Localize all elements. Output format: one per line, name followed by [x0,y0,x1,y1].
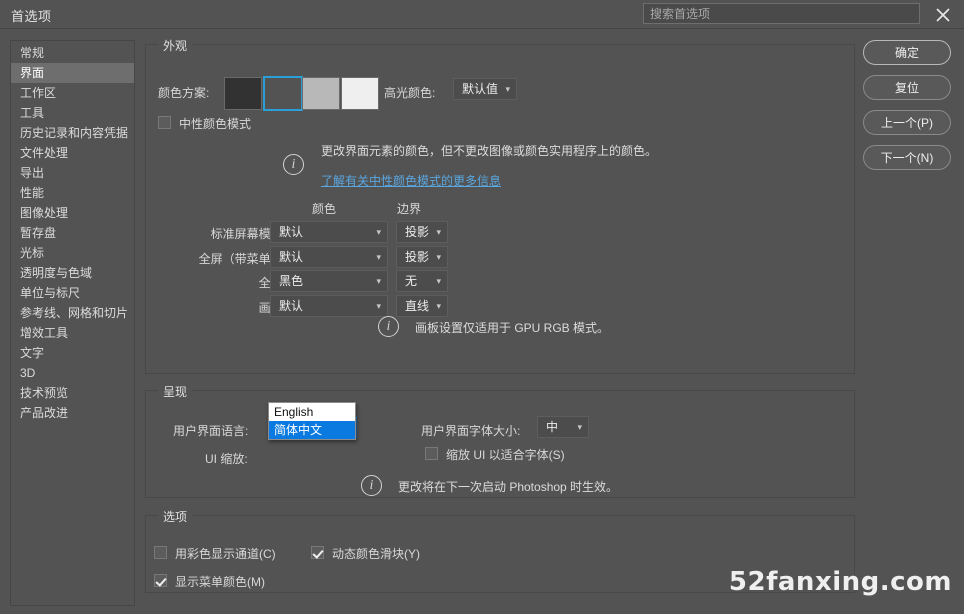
column-header-border: 边界 [397,202,422,216]
page-title: 首选项 [11,9,52,24]
option-color-channels-label: 用彩色显示通道(C) [175,547,276,561]
screen-mode-border-value-0: 投影 [405,225,430,239]
chevron-down-icon: ▾ [376,227,381,237]
chevron-down-icon: ▾ [376,300,381,311]
screen-mode-border-value-3: 直线 [405,298,430,313]
options-group: 选项 用彩色显示通道(C) 动态颜色滑块(Y) 显示菜单颜色(M) [145,508,855,593]
screen-mode-border-value-2: 无 [405,274,418,288]
neutral-color-mode-checkbox[interactable] [158,116,171,129]
dialog-button-2[interactable]: 上一个(P) [863,110,951,135]
appearance-group-title: 外观 [158,37,193,54]
column-header-color: 颜色 [312,202,337,216]
sidebar-item-13[interactable]: 参考线、网格和切片 [11,303,134,323]
sidebar-item-17[interactable]: 技术预览 [11,383,134,403]
sidebar-item-9[interactable]: 暂存盘 [11,223,134,243]
ui-font-size-select[interactable]: 中 ▾ [537,416,589,438]
chevron-down-icon: ▾ [436,276,441,286]
neutral-color-mode-label: 中性颜色模式 [179,117,252,131]
highlight-color-label: 高光颜色: [384,86,436,100]
main-panel: 外观 颜色方案: 高光颜色: 默认值 ▾ 中性颜色模式 i 更改界面元素的颜色，… [145,34,855,606]
sidebar-item-3[interactable]: 工具 [11,103,134,123]
sidebar-item-7[interactable]: 性能 [11,183,134,203]
color-scheme-swatch-dark[interactable] [224,77,262,110]
dialog-buttons: 确定复位上一个(P) 下一个(N) [863,40,955,180]
screen-mode-color-select-2[interactable]: 黑色 ▾ [270,270,388,292]
sidebar-item-10[interactable]: 光标 [11,243,134,263]
sidebar-item-4[interactable]: 历史记录和内容凭据 [11,123,134,143]
screen-mode-border-select-3[interactable]: 直线 ▾ [396,294,448,317]
ui-font-size-label: 用户界面字体大小: [421,424,521,438]
screen-mode-color-value-1: 默认 [279,249,304,264]
sidebar-item-1[interactable]: 界面 [11,63,134,83]
option-dynamic-sliders-checkbox[interactable] [311,546,324,559]
options-group-title: 选项 [158,508,193,525]
color-scheme-swatch-medium-dark[interactable] [263,76,303,111]
screen-mode-color-value-2: 黑色 [279,274,304,288]
restart-note: 更改将在下一次启动 Photoshop 时生效。 [398,480,619,494]
sidebar-item-0[interactable]: 常规 [11,43,134,63]
sidebar-item-18[interactable]: 产品改进 [11,403,134,423]
screen-mode-border-select-1[interactable]: 投影 ▾ [396,245,448,268]
appearance-group: 外观 颜色方案: 高光颜色: 默认值 ▾ 中性颜色模式 i 更改界面元素的颜色，… [145,37,855,374]
presentation-group-title: 呈现 [158,383,193,400]
screen-mode-border-select-0[interactable]: 投影 ▾ [396,221,448,243]
color-scheme-label: 颜色方案: [158,86,210,100]
ui-scale-label: UI 缩放: [205,452,248,466]
sidebar-item-16[interactable]: 3D [11,363,134,383]
dialog-button-3[interactable]: 下一个(N) [863,145,951,170]
sidebar: 常规 界面 工作区 工具 历史记录和内容凭据 文件处理 导出 性能 图像处理 暂存盘 光标 透明度与色… [10,40,135,606]
chevron-down-icon: ▾ [505,84,510,94]
option-dynamic-sliders-label: 动态颜色滑块(Y) [332,547,420,561]
neutral-mode-note: 更改界面元素的颜色，但不更改图像或颜色实用程序上的颜色。 [321,144,658,158]
color-scheme-swatch-lightest[interactable] [341,77,379,110]
color-scheme-swatch-light[interactable] [302,77,340,110]
color-scheme-swatches [224,76,404,112]
chevron-down-icon: ▾ [376,251,381,262]
option-menu-colors-checkbox[interactable] [154,574,167,587]
scale-ui-to-font-checkbox[interactable] [425,447,438,460]
screen-mode-color-value-3: 默认 [279,298,304,313]
ui-language-label: 用户界面语言: [173,424,249,438]
sidebar-item-6[interactable]: 导出 [11,163,134,183]
dialog-button-1[interactable]: 复位 [863,75,951,100]
ui-language-dropdown-list[interactable]: English 简体中文 [268,402,356,440]
ui-font-size-value: 中 [546,420,559,434]
info-icon-restart: i [361,475,382,496]
sidebar-item-12[interactable]: 单位与标尺 [11,283,134,303]
title-bar: 首选项 [0,0,964,29]
chevron-down-icon: ▾ [376,276,381,286]
sidebar-item-2[interactable]: 工作区 [11,83,134,103]
info-icon: i [283,154,304,175]
neutral-mode-learn-more-link[interactable]: 了解有关中性颜色模式的更多信息 [321,172,501,189]
screen-mode-border-value-1: 投影 [405,249,430,264]
sidebar-item-8[interactable]: 图像处理 [11,203,134,223]
screen-mode-color-select-3[interactable]: 默认 ▾ [270,294,388,317]
chevron-down-icon: ▾ [577,422,582,432]
search-input[interactable] [643,3,920,24]
chevron-down-icon: ▾ [436,251,441,262]
option-color-channels-checkbox[interactable] [154,546,167,559]
sidebar-item-14[interactable]: 增效工具 [11,323,134,343]
sidebar-item-5[interactable]: 文件处理 [11,143,134,163]
scale-ui-to-font-label: 缩放 UI 以适合字体(S) [446,448,565,462]
ui-language-option-0[interactable]: English [269,403,355,421]
highlight-color-value: 默认值 [462,82,499,96]
ui-language-option-1[interactable]: 简体中文 [269,421,355,439]
screen-mode-color-value-0: 默认 [279,225,304,239]
sidebar-item-11[interactable]: 透明度与色域 [11,263,134,283]
chevron-down-icon: ▾ [436,300,441,311]
option-menu-colors-label: 显示菜单颜色(M) [175,575,265,589]
info-icon-gpu: i [378,316,399,337]
screen-mode-color-select-0[interactable]: 默认 ▾ [270,221,388,243]
dialog-button-0[interactable]: 确定 [863,40,951,65]
close-icon[interactable] [932,4,954,26]
screen-mode-border-select-2[interactable]: 无 ▾ [396,270,448,292]
highlight-color-select[interactable]: 默认值 ▾ [453,78,517,100]
sidebar-item-15[interactable]: 文字 [11,343,134,363]
presentation-group: 呈现 用户界面语言: 简体中文 ▾ UI 缩放: 用户界面字体大小: 中 ▾ 缩… [145,383,855,498]
screen-mode-color-select-1[interactable]: 默认 ▾ [270,245,388,268]
chevron-down-icon: ▾ [436,227,441,237]
gpu-rgb-note: 画板设置仅适用于 GPU RGB 模式。 [415,321,610,335]
